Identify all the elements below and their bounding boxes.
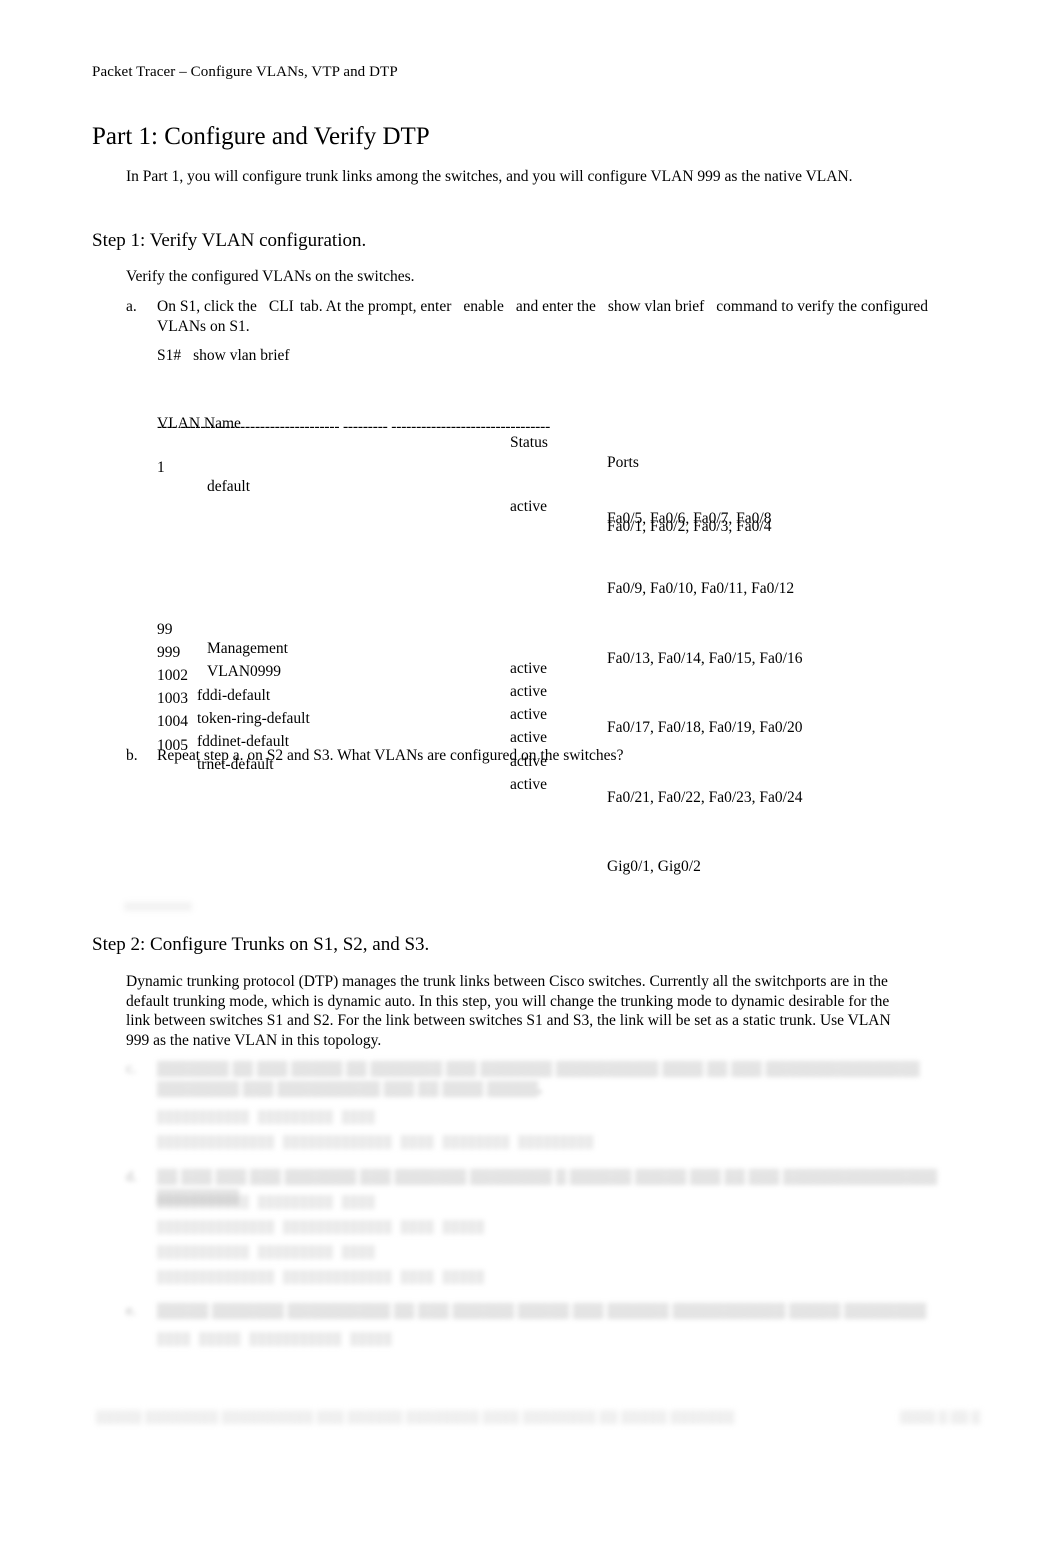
vlan-status: active xyxy=(510,682,548,700)
step1-intro-paragraph: Verify the configured VLANs on the switc… xyxy=(126,268,415,285)
document-page: Packet Tracer – Configure VLANs, VTP and… xyxy=(0,0,1062,1561)
cli-command: show vlan brief xyxy=(193,347,290,364)
step1-heading: Step 1: Verify VLAN configuration. xyxy=(92,230,367,251)
page-artifact-smudge xyxy=(124,902,192,911)
table-row: 1002 fddi-default active xyxy=(157,646,547,723)
table-header-row: VLAN Name Status Ports xyxy=(157,394,639,471)
step2-heading: Step 2: Configure Trunks on S1, S2, and … xyxy=(92,934,430,955)
table-row: 99 Management active xyxy=(157,600,547,677)
item-a-text-1: On S1, click the xyxy=(157,298,257,315)
step2-intro-paragraph: Dynamic trunking protocol (DTP) manages … xyxy=(126,973,891,1049)
obscured-list-marker: e. xyxy=(126,1303,137,1319)
obscured-code-line: ▒▒▒▒▒▒▒▒▒▒▒▒▒▒ ▒▒▒▒▒▒▒▒▒▒▒▒▒ ▒▒▒▒ ▒▒▒▒▒ xyxy=(157,1270,485,1285)
list-item-a-text: On S1, click the CLI tab. At the prompt, e… xyxy=(157,297,938,336)
vlan-brief-table-continued: 99 Management active 999 VLAN0999 active… xyxy=(157,600,547,793)
obscured-code-line: ▒▒▒▒▒▒▒▒▒▒▒ ▒▒▒▒▒▒▒▒▒ ▒▒▒▒ xyxy=(157,1110,376,1125)
footer-page-number: ▒▒▒▒ ▒ ▒▒ ▒ xyxy=(900,1410,981,1424)
ports-line: Gig0/1, Gig0/2 xyxy=(607,858,701,876)
table-row: 1005 trnet-default active xyxy=(157,716,547,793)
vlan-status: active xyxy=(510,775,548,793)
obscured-list-item-text: ▒▒▒▒▒ ▒▒▒▒▒▒▒ ▒▒▒▒▒▒▒▒▒▒ ▒▒ ▒▒▒ ▒▒▒▒▒▒ ▒… xyxy=(157,1303,927,1319)
vlan-id: 1 xyxy=(157,458,165,476)
ports-line: Fa0/21, Fa0/22, Fa0/23, Fa0/24 xyxy=(607,788,803,806)
obscured-code-line: ▒▒▒▒ ▒▒▒▒▒ ▒▒▒▒▒▒▒▒▒▒▒ ▒▒▒▒▒ xyxy=(157,1332,393,1347)
obscured-list-marker: d. xyxy=(126,1169,137,1185)
list-marker-b: b. xyxy=(126,747,138,764)
vlan-brief-table: VLAN Name Status Ports ---- ------------… xyxy=(157,394,771,535)
ports-line: Fa0/5, Fa0/6, Fa0/7, Fa0/8 xyxy=(607,510,772,528)
obscured-code-line: ▒▒▒▒▒▒▒▒▒▒▒▒▒▒ ▒▒▒▒▒▒▒▒▒▒▒▒▒ ▒▒▒▒ ▒▒▒▒▒ xyxy=(157,1220,485,1235)
document-running-header: Packet Tracer – Configure VLANs, VTP and… xyxy=(92,64,398,80)
vlan-status: active xyxy=(510,497,548,515)
obscured-list-marker: c. xyxy=(126,1061,137,1077)
vlan-status: active xyxy=(510,706,548,724)
ports-line: Fa0/9, Fa0/10, Fa0/11, Fa0/12 xyxy=(607,580,795,598)
ports-line: Fa0/13, Fa0/14, Fa0/15, Fa0/16 xyxy=(607,649,803,667)
item-a-code-2: enable xyxy=(463,298,504,315)
table-row: 1004 fddinet-default active xyxy=(157,693,547,769)
obscured-list-item: c. ▒▒▒▒▒▒▒ ▒▒ ▒▒▒ ▒▒▒▒▒ ▒▒ ▒▒▒▒▒▒▒ ▒▒▒ ▒… xyxy=(126,1060,957,1099)
cli-command-line: S1# show vlan brief xyxy=(157,346,290,366)
obscured-list-item: e. ▒▒▒▒▒ ▒▒▒▒▒▒▒ ▒▒▒▒▒▒▒▒▒▒ ▒▒ ▒▒▒ ▒▒▒▒▒… xyxy=(126,1302,957,1322)
table-row: 1 default active Fa0/1, Fa0/2, Fa0/3, Fa… xyxy=(157,438,771,535)
part-intro-paragraph: In Part 1, you will configure trunk link… xyxy=(126,168,853,185)
cli-prompt: S1# xyxy=(157,347,182,364)
vlan-name: fddi-default xyxy=(197,686,271,704)
obscured-code-line: ▒▒▒▒▒▒▒▒▒▒▒ ▒▒▒▒▒▒▒▒▒ ▒▒▒▒ xyxy=(157,1245,376,1260)
obscured-list-item-text: ▒▒▒▒▒▒▒ ▒▒ ▒▒▒ ▒▒▒▒▒ ▒▒ ▒▒▒▒▒▒▒ ▒▒▒ ▒▒▒▒… xyxy=(157,1061,920,1097)
vlan-name: token-ring-default xyxy=(197,709,310,727)
table-separator: ---- -------------------------------- --… xyxy=(157,418,551,436)
vlan-ports-continued: Fa0/5, Fa0/6, Fa0/7, Fa0/8 Fa0/9, Fa0/10… xyxy=(607,461,802,925)
part-heading: Part 1: Configure and Verify DTP xyxy=(92,123,430,150)
item-a-text-3: and enter the xyxy=(515,298,596,315)
vlan-name: Management xyxy=(207,640,288,658)
obscured-code-line: ▒▒▒▒▒▒▒▒▒▒▒▒▒▒ ▒▒▒▒▒▒▒▒▒▒▒▒▒ ▒▒▒▒ ▒▒▒▒▒▒… xyxy=(157,1135,594,1150)
item-a-code-1: CLI xyxy=(268,298,294,315)
item-a-code-3: show vlan brief xyxy=(607,298,705,315)
list-marker-a: a. xyxy=(126,298,137,315)
vlan-name: default xyxy=(207,478,251,496)
list-item: b. Repeat step a. on S2 and S3. What VLA… xyxy=(126,746,938,766)
footer-copyright: ▒▒▒▒▒ ▒▒▒▒▒▒▒▒ ▒▒▒▒▒▒▒▒▒▒ ▒▒▒ ▒▒▒▒▒▒ ▒▒▒… xyxy=(96,1410,735,1424)
list-item: a. On S1, click the CLI tab. At the prompt… xyxy=(126,297,938,336)
vlan-status: active xyxy=(510,729,548,747)
vlan-status: active xyxy=(510,659,548,677)
item-a-text-2: tab. At the prompt, enter xyxy=(299,298,452,315)
obscured-code-line: ▒▒▒▒▒▒▒▒▒▒▒ ▒▒▒▒▒▒▒▒▒ ▒▒▒▒ xyxy=(157,1195,376,1210)
list-item-b-text: Repeat step a. on S2 and S3. What VLANs … xyxy=(157,747,624,764)
table-row: 999 VLAN0999 active xyxy=(157,623,547,700)
ports-line: Fa0/17, Fa0/18, Fa0/19, Fa0/20 xyxy=(607,719,803,737)
vlan-name: VLAN0999 xyxy=(207,663,282,681)
table-row: 1003 token-ring-default active xyxy=(157,670,547,746)
